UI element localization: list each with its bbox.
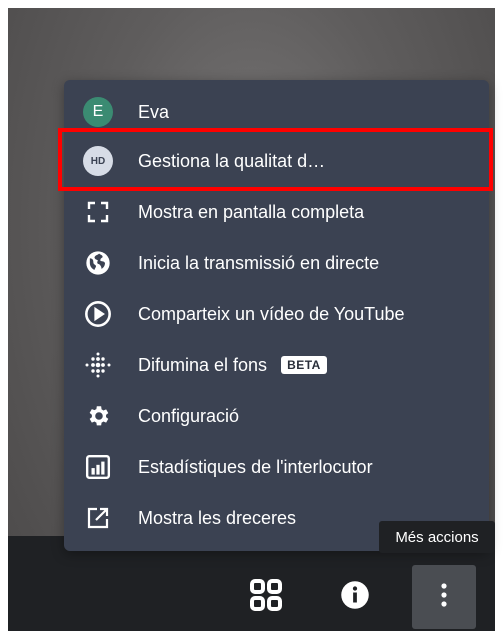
beta-badge: BETA: [281, 356, 327, 374]
menu-item-label: Difumina el fons: [138, 354, 268, 375]
avatar-icon: E: [83, 97, 113, 127]
globe-icon: [78, 243, 118, 283]
more-actions-tooltip: Més accions: [379, 521, 495, 553]
menu-item-label: Comparteix un vídeo de YouTube: [138, 303, 405, 324]
menu-item-label: Mostra en pantalla completa: [138, 201, 365, 222]
tile-view-button[interactable]: [234, 565, 298, 629]
info-icon: [340, 580, 370, 615]
fullscreen-icon: [78, 192, 118, 232]
menu-item-settings[interactable]: Configuració: [64, 391, 489, 441]
stats-icon: [78, 447, 118, 487]
more-actions-button[interactable]: [412, 565, 476, 629]
hd-quality-icon: HD: [83, 146, 113, 176]
external-link-icon: [78, 498, 118, 538]
menu-item-fullscreen[interactable]: Mostra en pantalla completa: [64, 187, 489, 237]
menu-item-blur-background[interactable]: Difumina el fons BETA: [64, 340, 489, 390]
blur-icon: [78, 345, 118, 385]
info-button[interactable]: [323, 565, 387, 629]
menu-item-share-youtube[interactable]: Comparteix un vídeo de YouTube: [64, 289, 489, 339]
menu-item-label: Eva: [138, 101, 170, 122]
menu-item-label: Gestiona la qualitat d…: [138, 150, 326, 171]
play-circle-icon: [78, 294, 118, 334]
menu-item-label: Inicia la transmissió en directe: [138, 252, 380, 273]
menu-item-speaker-stats[interactable]: Estadístiques de l'interlocutor: [64, 442, 489, 492]
more-actions-menu: E Eva HD Gestiona la qualitat d… Mostra …: [64, 80, 489, 551]
menu-item-label: Estadístiques de l'interlocutor: [138, 456, 373, 477]
menu-item-livestream[interactable]: Inicia la transmissió en directe: [64, 238, 489, 288]
gear-icon: [78, 396, 118, 436]
menu-item-manage-quality[interactable]: HD Gestiona la qualitat d…: [64, 136, 489, 186]
menu-item-label: Configuració: [138, 405, 240, 426]
more-vertical-icon: [440, 582, 448, 613]
menu-item-profile[interactable]: E Eva: [64, 87, 489, 137]
grid-icon: [249, 578, 283, 617]
menu-item-label: Mostra les dreceres: [138, 507, 297, 528]
